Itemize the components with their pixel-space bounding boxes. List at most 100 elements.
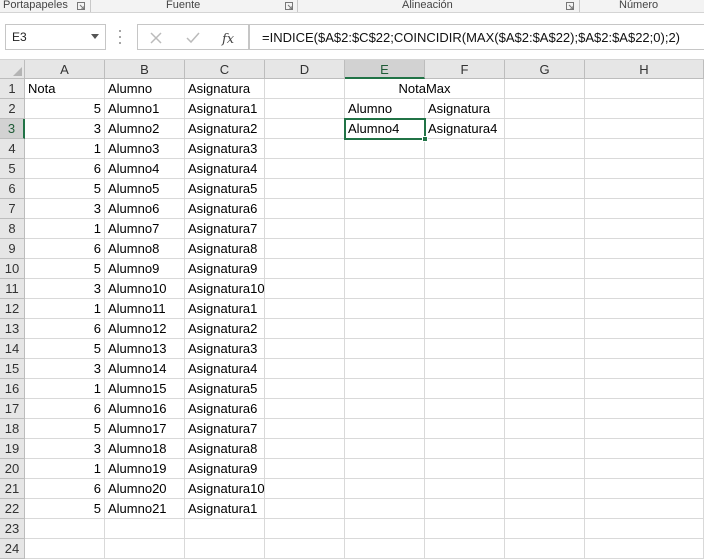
cell-c1[interactable]: Asignatura <box>185 79 265 99</box>
cell-h24[interactable] <box>585 539 704 559</box>
cell-c24[interactable] <box>185 539 265 559</box>
row-header-1[interactable]: 1 <box>0 79 25 99</box>
cell-c7[interactable]: Asignatura6 <box>185 199 265 219</box>
cell-g20[interactable] <box>505 459 585 479</box>
cell-g14[interactable] <box>505 339 585 359</box>
cell-e19[interactable] <box>345 439 425 459</box>
cell-g12[interactable] <box>505 299 585 319</box>
cell-a4[interactable]: 1 <box>25 139 105 159</box>
cell-a1[interactable]: Nota <box>25 79 105 99</box>
cell-g9[interactable] <box>505 239 585 259</box>
row-header-9[interactable]: 9 <box>0 239 25 259</box>
cell-e14[interactable] <box>345 339 425 359</box>
row-header-23[interactable]: 23 <box>0 519 25 539</box>
cell-e13[interactable] <box>345 319 425 339</box>
cell-b3[interactable]: Alumno2 <box>105 119 185 139</box>
cell-d11[interactable] <box>265 279 345 299</box>
cell-e2[interactable]: Alumno <box>345 99 425 119</box>
cell-f17[interactable] <box>425 399 505 419</box>
cell-h5[interactable] <box>585 159 704 179</box>
cell-a2[interactable]: 5 <box>25 99 105 119</box>
cell-d10[interactable] <box>265 259 345 279</box>
cell-d16[interactable] <box>265 379 345 399</box>
cell-c3[interactable]: Asignatura2 <box>185 119 265 139</box>
cell-f11[interactable] <box>425 279 505 299</box>
cell-h11[interactable] <box>585 279 704 299</box>
cell-c21[interactable]: Asignatura10 <box>185 479 265 499</box>
cell-b21[interactable]: Alumno20 <box>105 479 185 499</box>
cell-f10[interactable] <box>425 259 505 279</box>
cell-f23[interactable] <box>425 519 505 539</box>
fill-handle[interactable] <box>422 136 428 142</box>
name-box[interactable]: E3 <box>5 24 106 50</box>
cell-g8[interactable] <box>505 219 585 239</box>
dialog-launcher-icon[interactable] <box>566 2 574 10</box>
cell-b16[interactable]: Alumno15 <box>105 379 185 399</box>
cell-c16[interactable]: Asignatura5 <box>185 379 265 399</box>
cell-h14[interactable] <box>585 339 704 359</box>
cell-d15[interactable] <box>265 359 345 379</box>
cell-h12[interactable] <box>585 299 704 319</box>
column-header-c[interactable]: C <box>185 60 265 79</box>
cell-c17[interactable]: Asignatura6 <box>185 399 265 419</box>
cell-h8[interactable] <box>585 219 704 239</box>
column-header-e[interactable]: E <box>345 60 425 79</box>
cell-f13[interactable] <box>425 319 505 339</box>
cell-d19[interactable] <box>265 439 345 459</box>
row-header-7[interactable]: 7 <box>0 199 25 219</box>
row-header-24[interactable]: 24 <box>0 539 25 559</box>
cell-c5[interactable]: Asignatura4 <box>185 159 265 179</box>
cell-d18[interactable] <box>265 419 345 439</box>
cell-a19[interactable]: 3 <box>25 439 105 459</box>
cell-b15[interactable]: Alumno14 <box>105 359 185 379</box>
cell-f19[interactable] <box>425 439 505 459</box>
row-header-12[interactable]: 12 <box>0 299 25 319</box>
select-all-button[interactable] <box>0 60 25 79</box>
cell-f22[interactable] <box>425 499 505 519</box>
row-header-10[interactable]: 10 <box>0 259 25 279</box>
cell-h10[interactable] <box>585 259 704 279</box>
cell-e7[interactable] <box>345 199 425 219</box>
cell-g24[interactable] <box>505 539 585 559</box>
cell-g5[interactable] <box>505 159 585 179</box>
cell-e1[interactable]: NotaMax <box>345 79 505 99</box>
cell-h22[interactable] <box>585 499 704 519</box>
dialog-launcher-icon[interactable] <box>77 2 85 10</box>
cell-c18[interactable]: Asignatura7 <box>185 419 265 439</box>
cell-d14[interactable] <box>265 339 345 359</box>
cell-c4[interactable]: Asignatura3 <box>185 139 265 159</box>
cell-a3[interactable]: 3 <box>25 119 105 139</box>
cell-d20[interactable] <box>265 459 345 479</box>
cell-b13[interactable]: Alumno12 <box>105 319 185 339</box>
cell-a7[interactable]: 3 <box>25 199 105 219</box>
row-header-21[interactable]: 21 <box>0 479 25 499</box>
cell-f7[interactable] <box>425 199 505 219</box>
cell-a14[interactable]: 5 <box>25 339 105 359</box>
cell-f18[interactable] <box>425 419 505 439</box>
cell-a15[interactable]: 3 <box>25 359 105 379</box>
cell-e17[interactable] <box>345 399 425 419</box>
cell-f5[interactable] <box>425 159 505 179</box>
cell-f4[interactable] <box>425 139 505 159</box>
cell-a24[interactable] <box>25 539 105 559</box>
cell-e12[interactable] <box>345 299 425 319</box>
cell-a10[interactable]: 5 <box>25 259 105 279</box>
cell-g16[interactable] <box>505 379 585 399</box>
cell-h6[interactable] <box>585 179 704 199</box>
cell-f12[interactable] <box>425 299 505 319</box>
cell-c13[interactable]: Asignatura2 <box>185 319 265 339</box>
cell-d23[interactable] <box>265 519 345 539</box>
formula-input[interactable]: =INDICE($A$2:$C$22;COINCIDIR(MAX($A$2:$A… <box>249 24 704 50</box>
cell-c8[interactable]: Asignatura7 <box>185 219 265 239</box>
cell-e9[interactable] <box>345 239 425 259</box>
cell-a12[interactable]: 1 <box>25 299 105 319</box>
cell-f16[interactable] <box>425 379 505 399</box>
cell-d13[interactable] <box>265 319 345 339</box>
close-icon[interactable] <box>147 29 165 47</box>
cell-a5[interactable]: 6 <box>25 159 105 179</box>
cell-e15[interactable] <box>345 359 425 379</box>
cell-h13[interactable] <box>585 319 704 339</box>
cell-f8[interactable] <box>425 219 505 239</box>
cell-e8[interactable] <box>345 219 425 239</box>
cell-b24[interactable] <box>105 539 185 559</box>
